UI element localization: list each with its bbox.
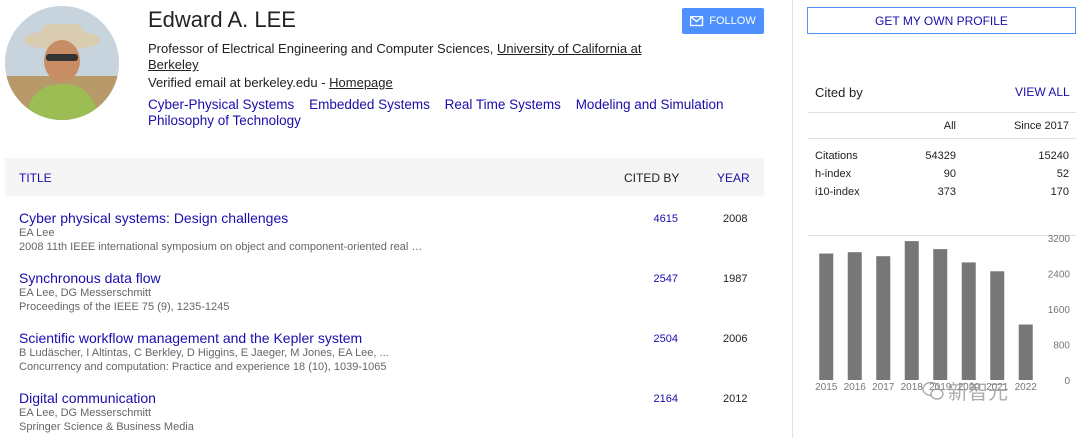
email-text: Verified email at berkeley.edu - — [148, 75, 330, 90]
stats-col-since: Since 2017 — [1013, 120, 1069, 132]
cited-count-link[interactable]: 2164 — [651, 393, 678, 405]
column-divider — [792, 0, 793, 438]
cited-by-heading: Cited by — [815, 85, 863, 100]
publication-row: Digital communication EA Lee, DG Messers… — [19, 390, 759, 434]
publication-authors: EA Lee, DG Messerschmitt — [19, 287, 152, 299]
stats-label: i10-index — [815, 186, 860, 198]
publication-venue: 2008 11th IEEE international symposium o… — [19, 241, 423, 253]
interest-link[interactable]: Embedded Systems — [309, 97, 430, 112]
stats-all-value: 54329 — [925, 150, 956, 162]
x-tick-label: 2018 — [901, 382, 924, 393]
profile-avatar — [5, 6, 119, 120]
publication-row: Scientific workflow management and the K… — [19, 330, 759, 374]
citation-stats-table: All Since 2017 Citations 54329 15240 h-i… — [808, 112, 1076, 236]
publication-venue: Proceedings of the IEEE 75 (9), 1235-124… — [19, 301, 230, 313]
mail-icon — [690, 15, 704, 26]
watermark: 新智元 — [922, 376, 1008, 405]
sort-by-year[interactable]: YEAR — [717, 171, 750, 185]
profile-affiliation: Professor of Electrical Engineering and … — [148, 41, 688, 73]
chart-bar-2017[interactable] — [876, 256, 891, 380]
stats-all-value: 373 — [937, 186, 956, 198]
citations-per-year-chart: 2015 2016 2017 2018 2019 2020 2021 202208001600… — [815, 234, 1071, 393]
cited-count-link[interactable]: 2504 — [651, 333, 678, 345]
follow-label: FOLLOW — [709, 15, 756, 27]
wechat-logo-icon — [922, 381, 944, 400]
y-tick-label: 2400 — [1048, 270, 1071, 281]
stats-header-row: All Since 2017 — [808, 112, 1076, 139]
publication-authors: EA Lee, DG Messerschmitt — [19, 407, 152, 419]
profile-email: Verified email at berkeley.edu - Homepag… — [148, 75, 393, 90]
profile-name: Edward A. LEE — [148, 7, 296, 32]
publication-row: Cyber physical systems: Design challenge… — [19, 210, 759, 254]
sort-by-cited[interactable]: CITED BY — [624, 171, 679, 185]
publication-venue: Concurrency and computation: Practice an… — [19, 361, 387, 373]
publication-title[interactable]: Digital communication — [19, 390, 759, 406]
stats-body: Citations 54329 15240 h-index 90 52 i10-… — [808, 139, 1076, 236]
y-tick-label: 800 — [1053, 341, 1070, 352]
chart-bar-2019[interactable] — [933, 249, 948, 380]
chart-bar-2016[interactable] — [847, 252, 862, 380]
publication-title[interactable]: Cyber physical systems: Design challenge… — [19, 210, 759, 226]
avatar-photo — [5, 6, 119, 120]
chart-bar-2018[interactable] — [904, 241, 919, 380]
chart-bar-2020[interactable] — [961, 262, 976, 380]
stats-label: h-index — [815, 168, 852, 180]
x-tick-label: 2022 — [1015, 382, 1038, 393]
cited-count-link[interactable]: 2547 — [651, 273, 678, 285]
interest-link[interactable]: Modeling and Simulation — [576, 97, 724, 112]
stats-all-value: 90 — [943, 168, 956, 180]
x-tick-label: 2016 — [844, 382, 867, 393]
sort-by-title[interactable]: TITLE — [19, 171, 52, 185]
cited-count-link[interactable]: 4615 — [651, 213, 678, 225]
publication-authors: B Ludäscher, I Altintas, C Berkley, D Hi… — [19, 347, 389, 359]
stats-since-value: 15240 — [1038, 150, 1069, 162]
chart-bar-2015[interactable] — [819, 253, 834, 380]
y-tick-label: 0 — [1064, 376, 1070, 387]
publications-header: TITLE CITED BY YEAR — [5, 158, 764, 196]
publication-year: 1987 — [723, 273, 748, 285]
stats-col-all: All — [943, 120, 956, 132]
publication-year: 2012 — [723, 393, 748, 405]
interest-link[interactable]: Philosophy of Technology — [148, 113, 301, 128]
research-interests: Cyber-Physical Systems Embedded Systems … — [148, 97, 748, 129]
publication-row: Synchronous data flow EA Lee, DG Messers… — [19, 270, 759, 314]
stats-row: i10-index 373 170 — [808, 183, 1076, 201]
publication-year: 2008 — [723, 213, 748, 225]
publication-authors: EA Lee — [19, 227, 55, 239]
interest-link[interactable]: Real Time Systems — [445, 97, 561, 112]
stats-since-value: 52 — [1056, 168, 1069, 180]
affiliation-text: Professor of Electrical Engineering and … — [148, 41, 498, 56]
stats-row: Citations 54329 15240 — [808, 147, 1076, 165]
follow-button[interactable]: FOLLOW — [682, 8, 764, 34]
interest-link[interactable]: Cyber-Physical Systems — [148, 97, 294, 112]
x-tick-label: 2015 — [815, 382, 838, 393]
y-tick-label: 3200 — [1048, 234, 1071, 245]
publication-title[interactable]: Scientific workflow management and the K… — [19, 330, 759, 346]
view-all-link[interactable]: VIEW ALL — [1015, 85, 1070, 99]
publication-year: 2006 — [723, 333, 748, 345]
chart-bar-2021[interactable] — [990, 271, 1005, 380]
stats-since-value: 170 — [1050, 186, 1069, 198]
x-tick-label: 2017 — [872, 382, 895, 393]
watermark-text: 新智元 — [948, 382, 1008, 404]
publication-title[interactable]: Synchronous data flow — [19, 270, 759, 286]
y-tick-label: 1600 — [1048, 305, 1071, 316]
publication-venue: Springer Science & Business Media — [19, 421, 194, 433]
get-my-own-profile-button[interactable]: GET MY OWN PROFILE — [807, 7, 1076, 34]
chart-bar-2022[interactable] — [1018, 324, 1033, 380]
stats-row: h-index 90 52 — [808, 165, 1076, 183]
homepage-link[interactable]: Homepage — [329, 75, 393, 90]
stats-label: Citations — [815, 150, 858, 162]
